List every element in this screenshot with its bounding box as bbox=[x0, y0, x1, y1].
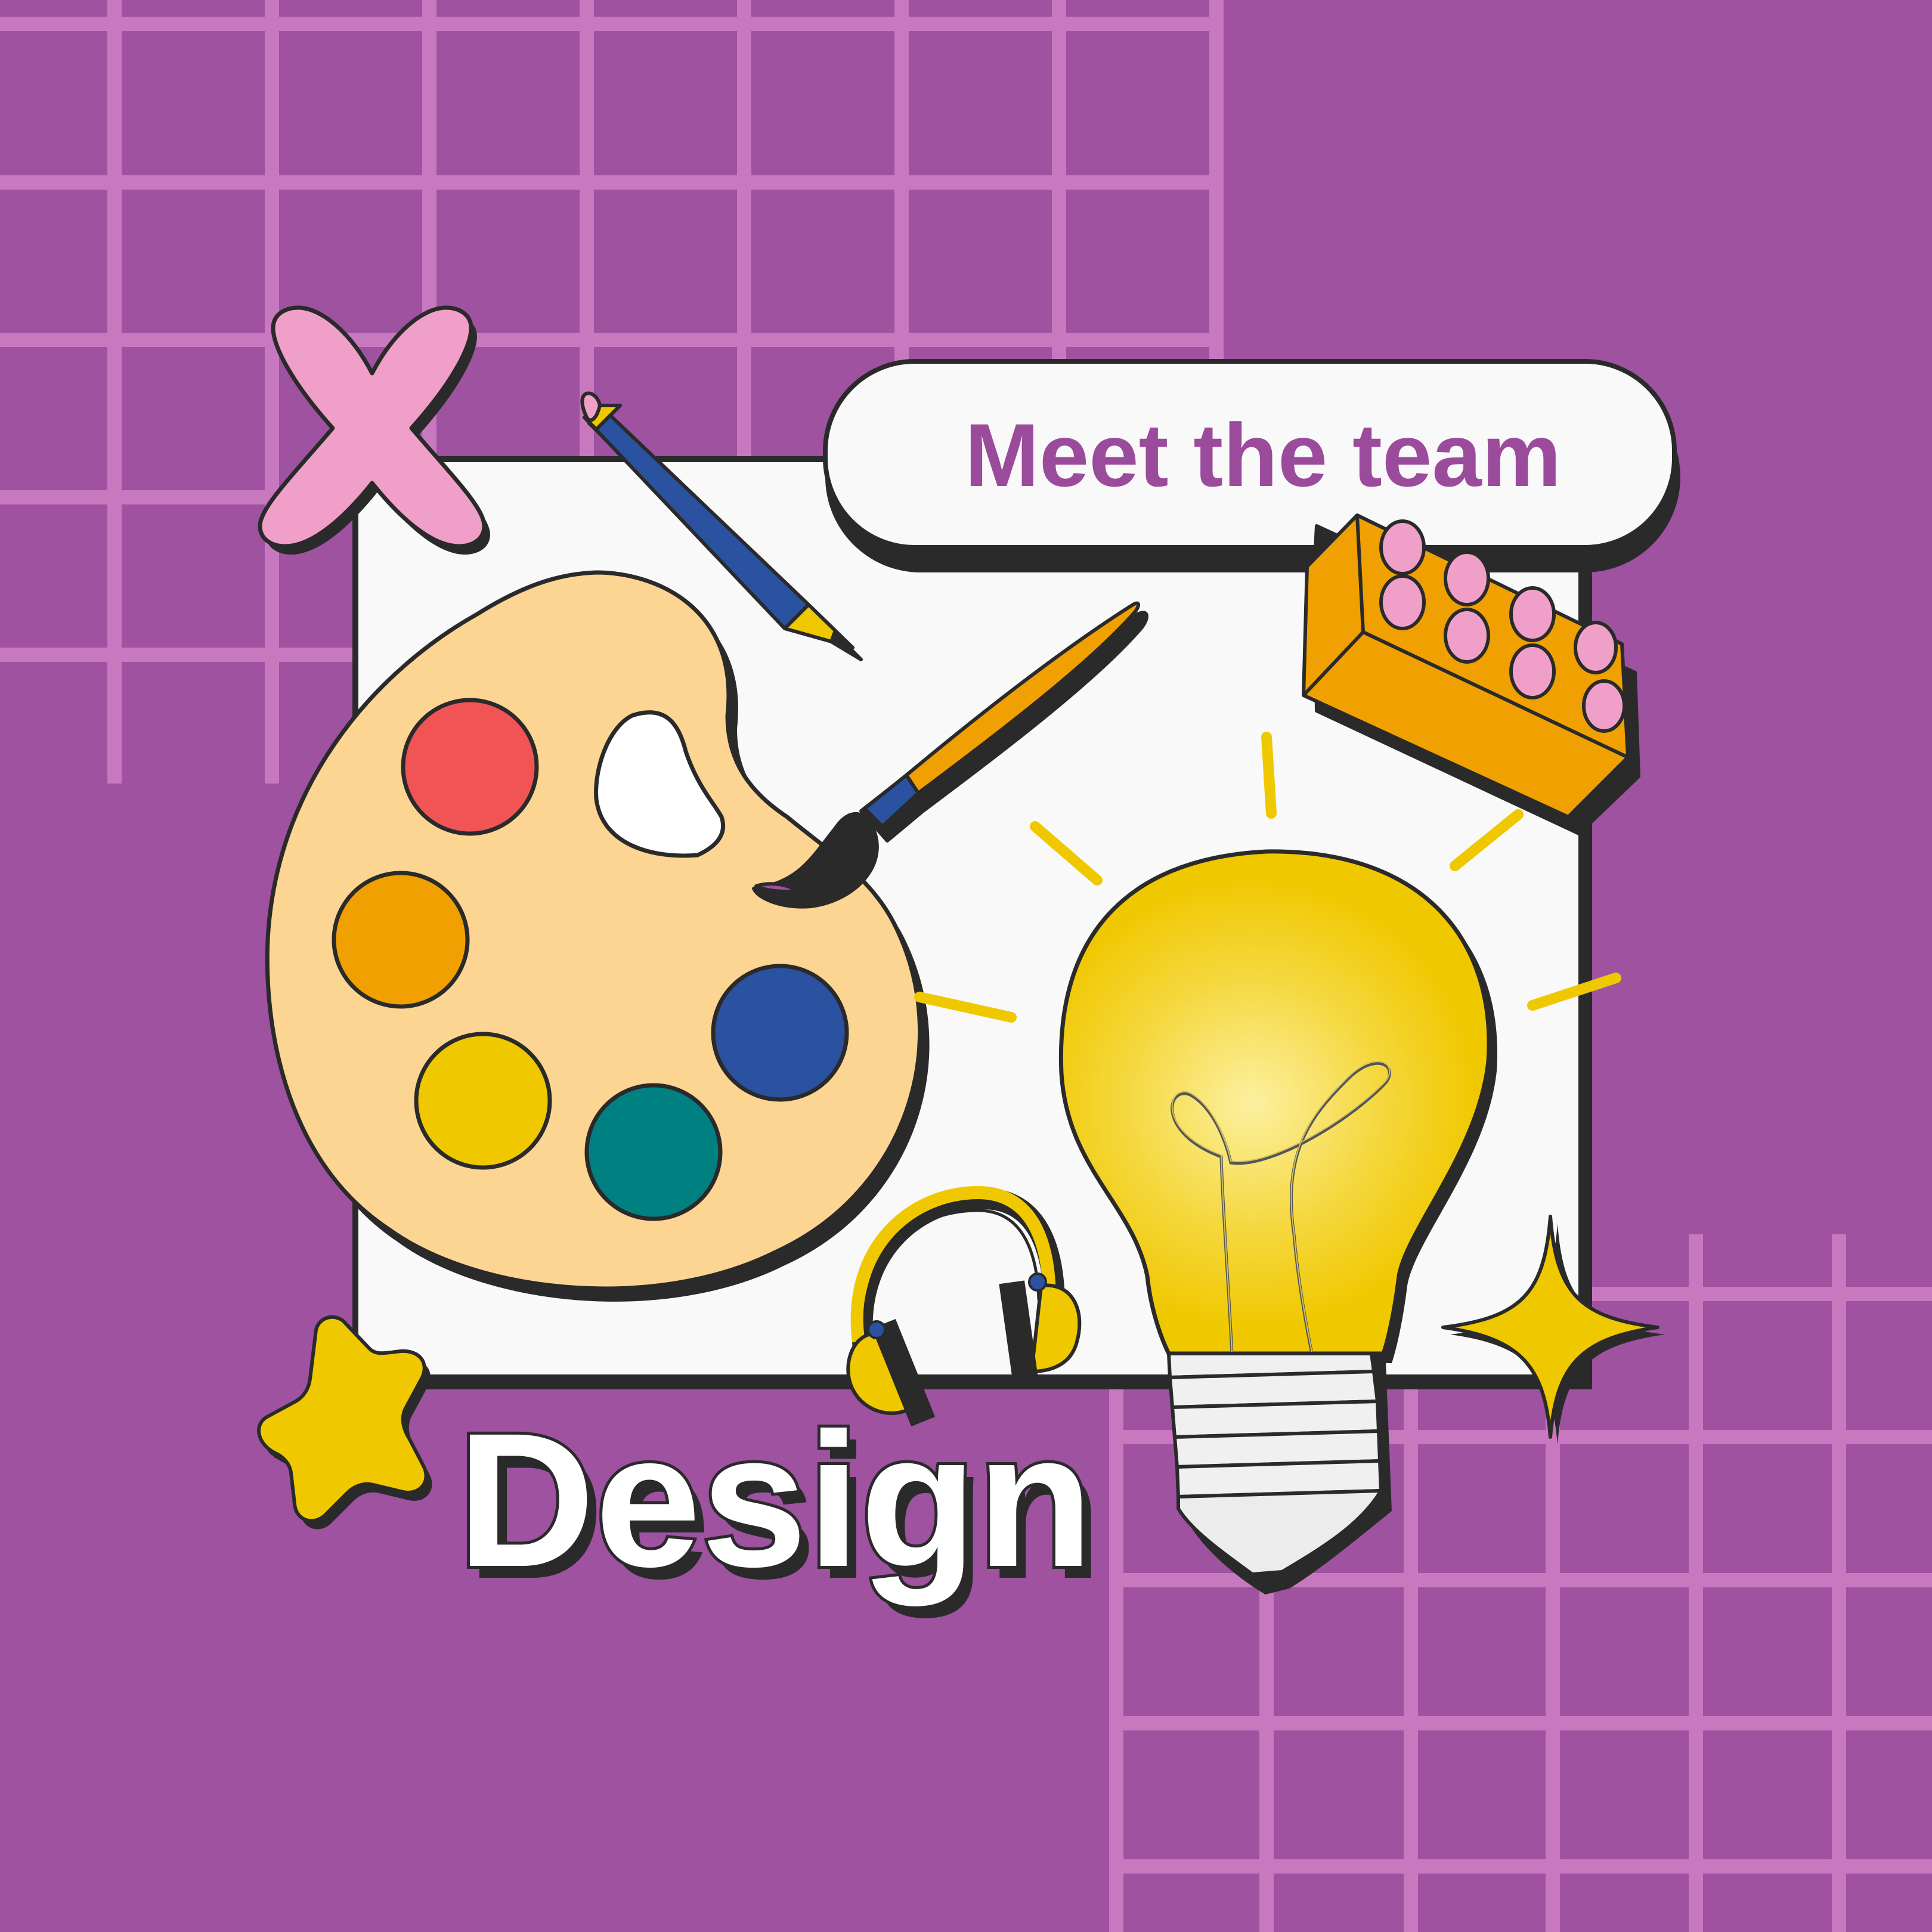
paint-swatch-teal bbox=[584, 1083, 723, 1221]
lightbulb-icon bbox=[1058, 849, 1498, 1594]
paint-swatch-yellow bbox=[414, 1032, 552, 1170]
paint-swatch-red bbox=[401, 698, 539, 836]
design-label: Design Design bbox=[454, 1390, 1103, 1620]
design-label-text: Design bbox=[457, 1393, 1094, 1608]
poster-canvas: Meet the team Design Design bbox=[0, 0, 1932, 1932]
page-title: Meet the team bbox=[965, 405, 1561, 505]
title-pill: Meet the team bbox=[823, 359, 1680, 572]
paint-swatch-blue bbox=[711, 964, 849, 1102]
paint-swatch-orange bbox=[332, 871, 470, 1009]
poster: Meet the team Design Design bbox=[0, 0, 1932, 1932]
